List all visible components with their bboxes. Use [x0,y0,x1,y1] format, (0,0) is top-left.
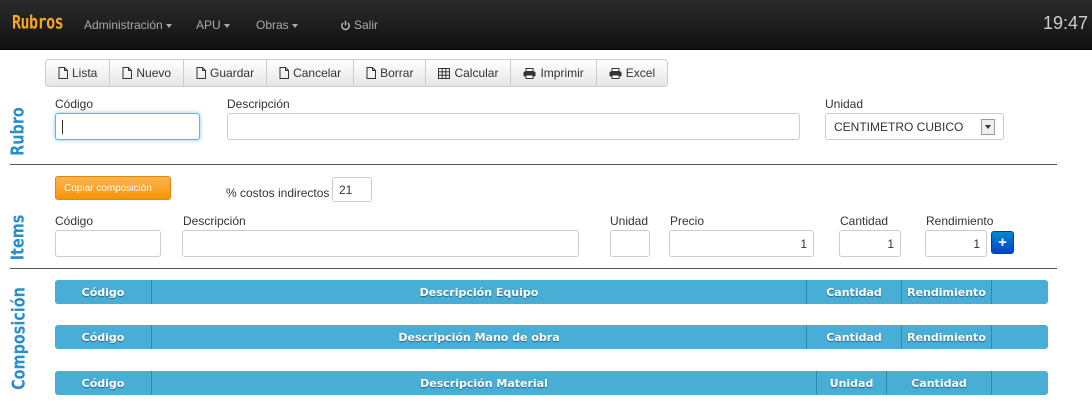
mano-de-obra-table-header: Código Descripción Mano de obra Cantidad… [55,325,1048,349]
cancelar-button[interactable]: Cancelar [266,59,355,87]
col-cantidad[interactable]: Cantidad [807,280,902,304]
file-icon [196,67,207,79]
material-table-header: Código Descripción Material Unidad Canti… [55,371,1048,395]
items-codigo-input[interactable] [55,230,161,257]
file-icon [366,67,377,79]
col-actions [992,280,1048,304]
col-cantidad[interactable]: Cantidad [807,325,902,349]
col-codigo[interactable]: Código [55,325,152,349]
file-icon [58,67,68,79]
calcular-label: Calcular [454,66,499,80]
excel-label: Excel [625,66,656,80]
text-cursor [62,119,63,134]
caret-down-icon [223,23,230,28]
col-rendimiento[interactable]: Rendimiento [902,325,992,349]
caret-down-icon [165,23,172,28]
col-cantidad[interactable]: Cantidad [887,371,992,395]
col-descripcion-equipo[interactable]: Descripción Equipo [152,280,807,304]
rubro-unidad-value: CENTIMETRO CUBICO [834,119,964,134]
dropdown-arrow-icon[interactable] [981,118,995,135]
divider-rubro [10,164,1057,165]
col-actions [992,371,1048,395]
brand-logo[interactable]: Rubros [12,11,64,34]
borrar-label: Borrar [380,66,414,80]
plus-icon: + [998,234,1007,251]
toolbar: Lista Nuevo Guardar Cancelar Borrar Calc… [45,59,669,87]
cancelar-label: Cancelar [293,66,342,80]
rubro-descripcion-input[interactable] [227,113,800,140]
col-codigo[interactable]: Código [55,371,152,395]
items-cantidad-value: 1 [887,236,894,251]
calcular-button[interactable]: Calcular [425,59,512,87]
logout-label: Salir [354,18,379,32]
menu-administracion[interactable]: Administración [84,18,172,32]
nuevo-button[interactable]: Nuevo [109,59,185,87]
print-icon [523,67,536,79]
section-label-items: Items [7,214,29,261]
rubro-unidad-label: Unidad [825,97,864,111]
file-icon [279,67,290,79]
items-rendimiento-value: 1 [973,236,980,251]
menu-obras-label: Obras [256,18,289,32]
imprimir-button[interactable]: Imprimir [510,59,597,87]
items-rendimiento-label: Rendimiento [926,214,994,228]
menu-obras[interactable]: Obras [256,18,298,32]
items-precio-value: 1 [800,236,807,251]
menu-apu-label: APU [196,18,221,32]
items-precio-input[interactable]: 1 [669,230,814,257]
rubro-codigo-input[interactable] [55,113,200,140]
items-precio-label: Precio [670,214,705,228]
menu-apu[interactable]: APU [196,18,230,32]
items-descripcion-input[interactable] [182,230,579,257]
items-rendimiento-input[interactable]: 1 [925,230,987,257]
caret-down-icon [291,23,298,28]
guardar-label: Guardar [210,66,255,80]
items-unidad-input[interactable] [610,230,650,257]
lista-label: Lista [72,66,98,80]
lista-button[interactable]: Lista [45,59,111,87]
costos-indirectos-value: 21 [339,182,353,197]
section-label-rubro: Rubro [7,107,29,156]
costos-indirectos-label: % costos indirectos [226,186,330,200]
equipo-table-header: Código Descripción Equipo Cantidad Rendi… [55,280,1048,304]
items-cantidad-input[interactable]: 1 [839,230,901,257]
file-icon [122,67,133,79]
items-codigo-label: Código [55,214,94,228]
top-navbar: Rubros Administración APU Obras Salir 19… [0,0,1092,50]
rubro-unidad-select[interactable]: CENTIMETRO CUBICO [825,113,1004,140]
section-label-composicion: Composición [8,287,30,390]
col-actions [992,325,1048,349]
col-descripcion-mano-de-obra[interactable]: Descripción Mano de obra [152,325,807,349]
menu-administracion-label: Administración [84,18,163,32]
col-codigo[interactable]: Código [55,280,152,304]
add-item-button[interactable]: + [991,231,1014,254]
logout-link[interactable]: Salir [340,18,378,34]
print-icon [609,67,622,79]
table-icon [438,67,451,79]
clock: 19:47 [1042,13,1088,33]
copiar-composicion-button[interactable]: Copiar composición [55,176,171,200]
col-rendimiento[interactable]: Rendimiento [902,280,992,304]
rubro-descripcion-label: Descripción [227,97,290,111]
rubro-codigo-label: Código [55,97,94,111]
divider-items [10,268,1057,269]
items-unidad-label: Unidad [610,214,649,228]
items-descripcion-label: Descripción [183,214,246,228]
excel-button[interactable]: Excel [595,59,669,87]
borrar-button[interactable]: Borrar [353,59,427,87]
col-unidad[interactable]: Unidad [817,371,887,395]
nuevo-label: Nuevo [136,66,172,80]
imprimir-label: Imprimir [540,66,584,80]
col-descripcion-material[interactable]: Descripción Material [152,371,817,395]
costos-indirectos-input[interactable]: 21 [332,177,372,202]
power-icon [340,20,351,34]
guardar-button[interactable]: Guardar [183,59,268,87]
items-cantidad-label: Cantidad [840,214,889,228]
